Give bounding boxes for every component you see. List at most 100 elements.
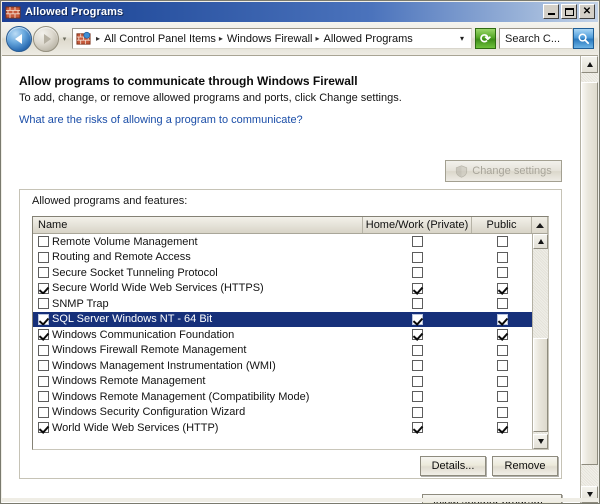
private-network-checkbox[interactable] (412, 344, 423, 356)
breadcrumb-separator-1[interactable]: ▸ (216, 34, 227, 43)
minimize-button[interactable] (543, 4, 559, 19)
cell-private (363, 282, 472, 294)
public-network-checkbox[interactable] (496, 267, 508, 279)
public-network-checkbox[interactable] (496, 298, 508, 310)
close-button[interactable]: ✕ (579, 4, 595, 19)
column-header-private[interactable]: Home/Work (Private) (363, 217, 472, 233)
program-enabled-checkbox[interactable] (38, 375, 49, 387)
private-network-checkbox[interactable] (412, 313, 423, 325)
program-name-label: Windows Firewall Remote Management (52, 344, 247, 357)
breadcrumb-item-0[interactable]: All Control Panel Items (104, 33, 216, 45)
forward-arrow-icon[interactable] (33, 25, 59, 52)
table-row[interactable]: SQL Server Windows NT - 64 Bit (33, 311, 532, 327)
table-row[interactable]: Windows Firewall Remote Management (33, 343, 532, 359)
private-network-checkbox[interactable] (412, 298, 423, 310)
public-network-checkbox[interactable] (496, 329, 508, 341)
list-scroll-down-button[interactable] (533, 434, 548, 449)
breadcrumb-separator-0[interactable]: ▸ (93, 34, 104, 43)
private-network-checkbox[interactable] (412, 375, 423, 387)
window-scroll-thumb[interactable] (581, 82, 598, 465)
table-row[interactable]: Secure Socket Tunneling Protocol (33, 265, 532, 281)
public-network-checkbox[interactable] (496, 406, 508, 418)
table-row[interactable]: Windows Management Instrumentation (WMI) (33, 358, 532, 374)
window-scroll-up-button[interactable] (581, 56, 598, 73)
private-network-checkbox[interactable] (412, 267, 423, 279)
program-enabled-checkbox[interactable] (38, 329, 49, 341)
breadcrumb[interactable]: ▸ All Control Panel Items ▸ Windows Fire… (72, 28, 472, 49)
allowed-programs-list[interactable]: Name Home/Work (Private) Public Remote V… (32, 216, 549, 450)
table-row[interactable]: Windows Communication Foundation (33, 327, 532, 343)
private-network-checkbox[interactable] (412, 406, 423, 418)
window-vertical-scrollbar[interactable] (580, 56, 598, 503)
program-enabled-checkbox[interactable] (38, 344, 49, 356)
cell-private (363, 329, 472, 341)
maximize-button[interactable] (561, 4, 577, 19)
history-chevron-down-icon[interactable]: ▾ (59, 35, 70, 43)
public-network-checkbox[interactable] (496, 422, 508, 434)
cell-private (363, 406, 472, 418)
cell-public (472, 344, 532, 356)
uac-shield-icon (455, 164, 468, 178)
table-row[interactable]: Routing and Remote Access (33, 250, 532, 266)
table-row[interactable]: Remote Volume Management (33, 234, 532, 250)
table-row[interactable]: Windows Security Configuration Wizard (33, 405, 532, 421)
table-row[interactable]: SNMP Trap (33, 296, 532, 312)
list-vertical-scrollbar[interactable] (532, 234, 548, 449)
program-enabled-checkbox[interactable] (38, 391, 49, 403)
list-scroll-up-button[interactable] (533, 234, 548, 249)
program-enabled-checkbox[interactable] (38, 282, 49, 294)
risks-help-link[interactable]: What are the risks of allowing a program… (19, 114, 303, 126)
program-enabled-checkbox[interactable] (38, 298, 49, 310)
breadcrumb-item-1[interactable]: Windows Firewall (227, 33, 313, 45)
table-row[interactable]: Windows Remote Management (33, 374, 532, 390)
column-header-public[interactable]: Public (472, 217, 532, 233)
private-network-checkbox[interactable] (412, 236, 423, 248)
program-enabled-checkbox[interactable] (38, 313, 49, 325)
page-subtext: To add, change, or remove allowed progra… (19, 92, 402, 104)
private-network-checkbox[interactable] (412, 422, 423, 434)
public-network-checkbox[interactable] (496, 344, 508, 356)
search-magnifier-icon[interactable] (573, 28, 594, 49)
column-header-name[interactable]: Name (33, 217, 363, 233)
list-scroll-thumb[interactable] (533, 338, 548, 432)
program-enabled-checkbox[interactable] (38, 251, 49, 263)
back-arrow-icon[interactable] (6, 25, 32, 52)
public-network-checkbox[interactable] (496, 282, 508, 294)
allowed-programs-window: Allowed Programs ✕ ▾ ▸ All Control Panel… (0, 0, 600, 504)
table-row[interactable]: World Wide Web Services (HTTP) (33, 420, 532, 436)
program-name-label: SQL Server Windows NT - 64 Bit (52, 313, 213, 326)
table-row[interactable]: Secure World Wide Web Services (HTTPS) (33, 281, 532, 297)
search-input[interactable]: Search C... (499, 28, 573, 49)
program-enabled-checkbox[interactable] (38, 236, 49, 248)
sort-indicator-icon[interactable] (532, 217, 548, 233)
cell-private (363, 344, 472, 356)
private-network-checkbox[interactable] (412, 251, 423, 263)
program-enabled-checkbox[interactable] (38, 406, 49, 418)
private-network-checkbox[interactable] (412, 329, 423, 341)
remove-button[interactable]: Remove (492, 456, 558, 476)
table-row[interactable]: Windows Remote Management (Compatibility… (33, 389, 532, 405)
window-title: Allowed Programs (25, 6, 124, 18)
public-network-checkbox[interactable] (496, 391, 508, 403)
public-network-checkbox[interactable] (496, 251, 508, 263)
program-enabled-checkbox[interactable] (38, 360, 49, 372)
title-bar: Allowed Programs ✕ (2, 2, 598, 22)
content-area: Allow programs to communicate through Wi… (2, 56, 580, 503)
private-network-checkbox[interactable] (412, 360, 423, 372)
change-settings-button[interactable]: Change settings (445, 160, 562, 182)
breadcrumb-item-2[interactable]: Allowed Programs (324, 33, 413, 45)
public-network-checkbox[interactable] (496, 236, 508, 248)
breadcrumb-chevron-down-icon[interactable]: ▾ (456, 34, 471, 43)
cell-public (472, 360, 532, 372)
private-network-checkbox[interactable] (412, 391, 423, 403)
public-network-checkbox[interactable] (496, 313, 508, 325)
private-network-checkbox[interactable] (412, 282, 423, 294)
breadcrumb-separator-2[interactable]: ▸ (313, 34, 324, 43)
program-enabled-checkbox[interactable] (38, 267, 49, 279)
public-network-checkbox[interactable] (496, 360, 508, 372)
details-button[interactable]: Details... (420, 456, 486, 476)
refresh-icon[interactable]: ⟳ (475, 28, 496, 49)
public-network-checkbox[interactable] (496, 375, 508, 387)
program-enabled-checkbox[interactable] (38, 422, 49, 434)
cell-public (472, 329, 532, 341)
